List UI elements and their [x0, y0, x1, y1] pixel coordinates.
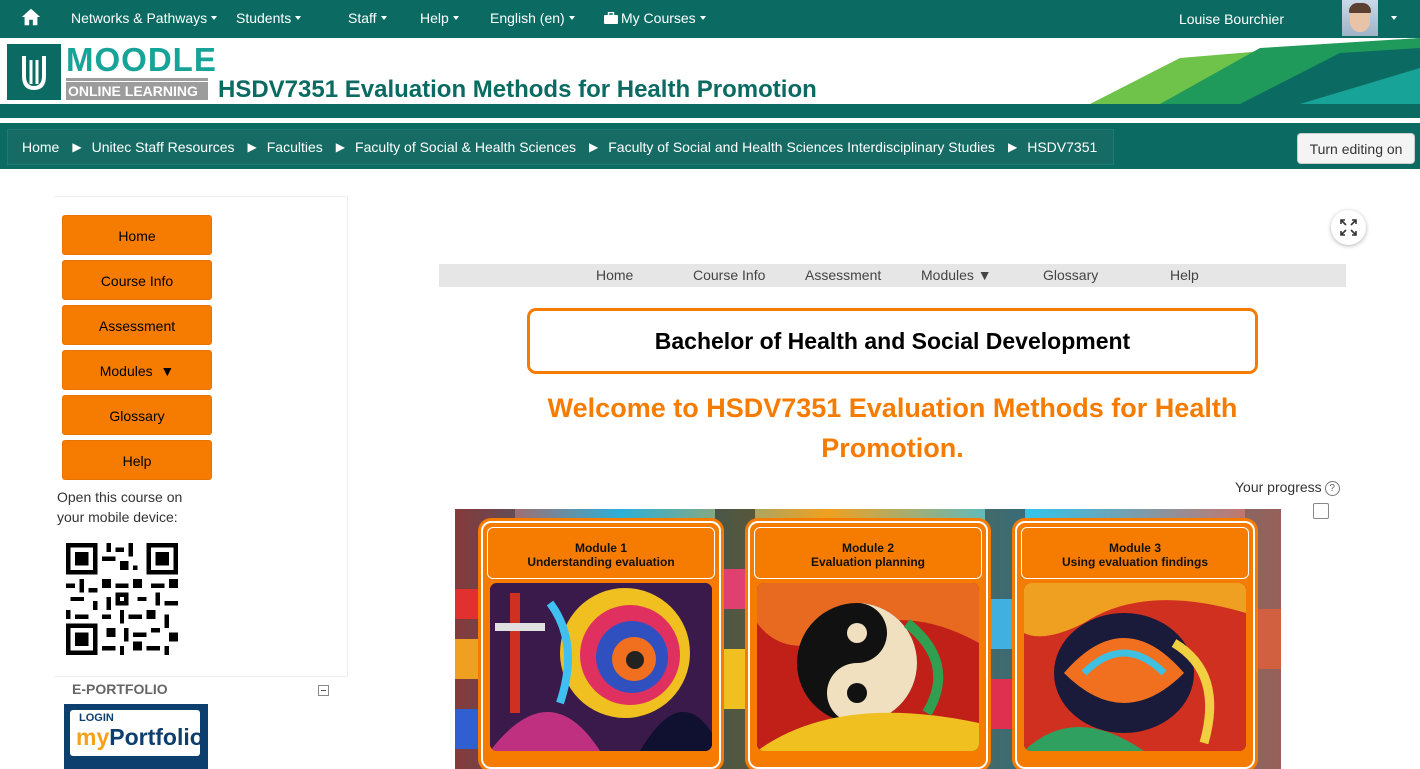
nav-language[interactable]: English (en) — [490, 10, 575, 26]
caret-down-icon — [295, 16, 302, 20]
left-nav-help-button[interactable]: Help — [62, 440, 212, 480]
course-menu-bar: Home Course Info Assessment Modules ▼ Gl… — [439, 264, 1346, 287]
briefcase-icon — [604, 11, 618, 24]
banner-decoration — [1090, 38, 1420, 104]
breadcrumb-separator-icon: ▶ — [72, 140, 82, 154]
breadcrumb-separator-icon: ▶ — [335, 140, 346, 154]
nav-my-courses[interactable]: My Courses — [604, 10, 706, 26]
caret-down-icon — [380, 16, 387, 20]
left-nav-course-info-button[interactable]: Course Info — [62, 260, 212, 300]
module-2-image — [757, 583, 979, 751]
course-menu-home[interactable]: Home — [596, 267, 633, 283]
left-nav-glossary-button[interactable]: Glossary — [62, 395, 212, 435]
breadcrumb: Home ▶ Unitec Staff Resources ▶ Facultie… — [7, 129, 1115, 165]
program-title: Bachelor of Health and Social Developmen… — [527, 308, 1258, 374]
caret-down-icon — [452, 16, 459, 20]
breadcrumb-faculties[interactable]: Faculties — [267, 139, 323, 155]
left-nav-modules-button[interactable]: Modules ▼ — [62, 350, 212, 390]
eportfolio-block-title: E-PORTFOLIO — [72, 681, 168, 697]
course-menu-course-info[interactable]: Course Info — [693, 267, 765, 283]
help-icon[interactable]: ? — [1324, 481, 1340, 496]
breadcrumb-separator-icon: ▶ — [247, 140, 257, 154]
module-1-header: Module 1 Understanding evaluation — [487, 527, 715, 579]
breadcrumb-separator-icon: ▶ — [1008, 140, 1018, 154]
caret-down-icon — [699, 16, 706, 20]
welcome-heading: Welcome to HSDV7351 Evaluation Methods f… — [547, 393, 1238, 463]
top-navbar: Networks & Pathways Students Staff Help … — [0, 0, 1420, 38]
nav-help[interactable]: Help — [420, 10, 459, 26]
module-2-header: Module 2 Evaluation planning — [754, 527, 982, 579]
breadcrumb-staff-resources[interactable]: Unitec Staff Resources — [92, 139, 235, 155]
mobile-access-text: Open this course on your mobile device: — [57, 489, 183, 525]
module-3-header: Module 3 Using evaluation findings — [1021, 527, 1249, 579]
left-nav-home-button[interactable]: Home — [62, 215, 212, 255]
logo-wordmark: MOODLE — [66, 41, 217, 78]
myportfolio-login-link[interactable]: LOGIN myPortfolio — [64, 704, 208, 769]
course-menu-assessment[interactable]: Assessment — [805, 267, 881, 283]
nav-staff[interactable]: Staff — [348, 10, 387, 26]
module-1-image — [490, 583, 712, 751]
moodle-logo-icon[interactable] — [7, 44, 61, 100]
your-progress: Your progress? — [1235, 479, 1340, 496]
breadcrumb-separator-icon: ▶ — [589, 140, 599, 154]
course-menu-help[interactable]: Help — [1170, 267, 1199, 283]
breadcrumb-interdisciplinary[interactable]: Faculty of Social and Health Sciences In… — [608, 139, 995, 155]
user-menu-caret-icon[interactable] — [1391, 16, 1397, 20]
module-2-card[interactable]: Module 2 Evaluation planning — [748, 521, 988, 769]
breadcrumb-home[interactable]: Home — [22, 139, 59, 155]
breadcrumb-course[interactable]: HSDV7351 — [1027, 139, 1097, 155]
user-name[interactable]: Louise Bourchier — [1179, 11, 1284, 27]
course-menu-glossary[interactable]: Glossary — [1043, 267, 1098, 283]
module-3-card[interactable]: Module 3 Using evaluation findings — [1015, 521, 1255, 769]
course-banner: MOODLE ONLINE LEARNING HSDV7351 Evaluati… — [0, 38, 1420, 104]
breadcrumb-faculty-social-health[interactable]: Faculty of Social & Health Sciences — [355, 139, 576, 155]
qr-code-icon — [66, 543, 178, 655]
collapse-icon[interactable] — [318, 685, 329, 696]
turn-editing-on-button[interactable]: Turn editing on — [1297, 133, 1415, 164]
home-icon[interactable] — [20, 6, 42, 28]
nav-students[interactable]: Students — [236, 10, 302, 26]
fullscreen-expand-icon[interactable] — [1331, 210, 1366, 245]
module-3-image — [1024, 583, 1246, 751]
course-menu-modules[interactable]: Modules ▼ — [921, 267, 992, 283]
course-title: HSDV7351 Evaluation Methods for Health P… — [218, 76, 817, 103]
module-1-card[interactable]: Module 1 Understanding evaluation — [481, 521, 721, 769]
logo-subtitle: ONLINE LEARNING — [66, 82, 208, 100]
nav-networks-pathways[interactable]: Networks & Pathways — [71, 10, 218, 26]
left-nav-assessment-button[interactable]: Assessment — [62, 305, 212, 345]
caret-down-icon — [568, 16, 575, 20]
avatar[interactable] — [1342, 0, 1378, 36]
completion-checkbox[interactable] — [1313, 503, 1329, 519]
caret-down-icon — [211, 16, 218, 20]
